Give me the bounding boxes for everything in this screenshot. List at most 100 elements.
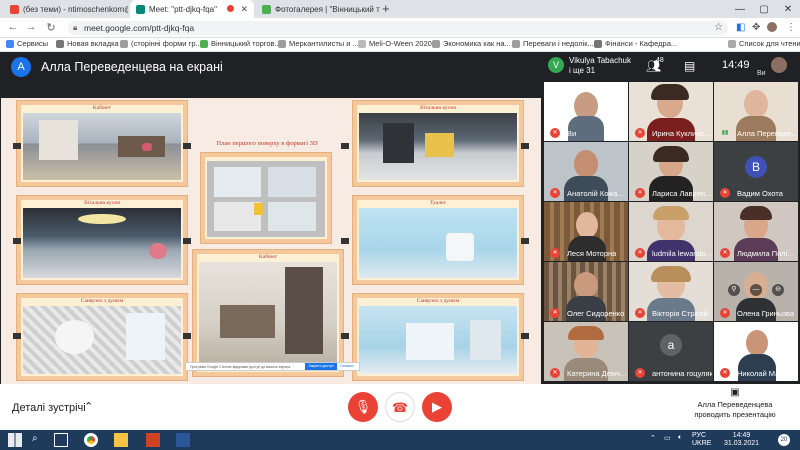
- word-icon[interactable]: [176, 433, 190, 447]
- maximize-button[interactable]: ▢: [752, 0, 776, 18]
- meeting-clock: 14:49: [722, 59, 750, 71]
- room-photo: Кабінет: [193, 250, 343, 376]
- bookmark-item[interactable]: (сторінні форми гр...: [120, 39, 202, 48]
- pin-icon[interactable]: ⚲: [728, 284, 740, 296]
- room-photo: Вітальня кухня: [353, 101, 523, 186]
- mute-participant-icon[interactable]: —: [750, 284, 762, 296]
- chevron-up-icon[interactable]: ⌃: [84, 400, 93, 413]
- chat-icon[interactable]: ▤: [684, 59, 695, 73]
- mic-off-icon: ✕: [635, 368, 645, 378]
- volume-icon[interactable]: 🔈︎: [678, 434, 682, 442]
- mic-off-icon: ✕: [720, 368, 730, 378]
- remove-participant-icon[interactable]: ⊖: [772, 284, 784, 296]
- hide-notice-link[interactable]: Сховати: [340, 363, 353, 370]
- star-icon[interactable]: ☆: [714, 22, 723, 33]
- reading-list[interactable]: Список для чтения: [728, 39, 800, 48]
- participant-avatar: a: [660, 334, 682, 356]
- page-icon: [358, 39, 366, 48]
- window-close-button[interactable]: ✕: [776, 0, 800, 18]
- search-icon[interactable]: ⌕: [32, 433, 46, 447]
- powerpoint-icon[interactable]: [146, 433, 160, 447]
- participant-name: Катерина Демч...: [567, 369, 627, 378]
- bookmark-item[interactable]: Фінанси - Кафедра...: [594, 39, 677, 48]
- taskbar-clock[interactable]: 14:49 31.03.2021: [724, 432, 759, 448]
- file-explorer-icon[interactable]: [114, 433, 128, 447]
- speaker-avatar: V: [548, 57, 564, 73]
- url-text: meet.google.com/ptt-djkq-fqa: [84, 23, 195, 33]
- mic-off-icon: ✕: [635, 248, 645, 258]
- mic-off-icon: ✕: [635, 128, 645, 138]
- globe-icon: [56, 39, 64, 48]
- presenter-status[interactable]: ▣ Алла Переведенцева проводить презентац…: [680, 388, 790, 420]
- bookmark-item[interactable]: Переваги і недолік...: [512, 39, 594, 48]
- participant-tile[interactable]: ✕ Лариса Лаврен...: [629, 142, 713, 201]
- bookmark-item[interactable]: Экономика как на...: [432, 39, 511, 48]
- extension-icon[interactable]: ◧: [736, 22, 745, 33]
- profile-icon[interactable]: [767, 22, 777, 32]
- browser-tab-strip: (без теми) - ntimoschenkom@g ✕ Meet: "pt…: [0, 0, 800, 18]
- participant-tile[interactable]: ✕ Катерина Демч...: [544, 322, 628, 381]
- presenter-name: Алла Переведенцева: [697, 400, 773, 409]
- participant-tile[interactable]: ✕ Олег Сидоренко: [544, 262, 628, 321]
- participant-tile[interactable]: В ✕ Вадим Охота: [714, 142, 798, 201]
- bookmark-item[interactable]: Meli-O-Ween 2020: [358, 39, 432, 48]
- apps-icon: [6, 39, 14, 48]
- new-tab-button[interactable]: +: [382, 1, 390, 16]
- network-icon[interactable]: ▭: [664, 434, 671, 442]
- bookmark-apps[interactable]: Сервисы: [6, 39, 48, 48]
- tab-meet[interactable]: Meet: "ptt-djkq-fqa" ✕: [130, 0, 254, 18]
- participant-tile[interactable]: ▮▮ Алла Переведе...: [714, 82, 798, 141]
- camera-toggle-button[interactable]: ▶︎: [422, 392, 452, 422]
- others-count: і ще 31: [569, 66, 596, 75]
- bookmark-item[interactable]: Меркантилисты и ...: [278, 39, 359, 48]
- mic-off-icon: ✕: [550, 308, 560, 318]
- tab-photogallery[interactable]: Фотогалерея | "Вінницький торг ✕: [256, 0, 380, 18]
- forward-button[interactable]: →: [24, 21, 38, 33]
- microphone-toggle-button[interactable]: 🎙︎: [348, 392, 378, 422]
- participant-tile[interactable]: ✕ ludmila lewando...: [629, 202, 713, 261]
- windows-start-icon[interactable]: [8, 433, 22, 447]
- tray-up-arrow-icon[interactable]: ⌃: [650, 434, 656, 442]
- participant-tile[interactable]: ✕ Вікторія Стратій: [629, 262, 713, 321]
- participant-tile[interactable]: ✕ Ви: [544, 82, 628, 141]
- meeting-details-button[interactable]: Деталі зустрічі: [12, 402, 86, 414]
- self-avatar[interactable]: [771, 57, 787, 73]
- chrome-icon[interactable]: [84, 433, 98, 447]
- participant-video: [574, 150, 598, 178]
- bookmark-item[interactable]: Новая вкладка: [56, 39, 119, 48]
- participant-video: [576, 212, 598, 238]
- tab-gmail[interactable]: (без теми) - ntimoschenkom@g ✕: [4, 0, 128, 18]
- menu-icon[interactable]: ⋮: [786, 22, 796, 33]
- participant-tile[interactable]: ✕ Ирина Куклинс...: [629, 82, 713, 141]
- puzzle-icon[interactable]: ✥: [752, 22, 760, 33]
- url-input[interactable]: 🔒︎ meet.google.com/ptt-djkq-fqa: [68, 21, 728, 35]
- back-button[interactable]: ←: [6, 21, 20, 33]
- participant-tile[interactable]: ✕ Николай Машт...: [714, 322, 798, 381]
- language-indicator[interactable]: РУС UKRE: [692, 432, 711, 448]
- participant-tile[interactable]: ✕ Людмила Полі...: [714, 202, 798, 261]
- presentation-title: Алла Переведенцева на екрані: [41, 60, 223, 74]
- participant-video: [574, 272, 598, 298]
- binder-hinge: [521, 143, 529, 149]
- participant-name: ludmila lewando...: [652, 249, 712, 258]
- mic-off-icon: ✕: [720, 188, 730, 198]
- task-view-icon[interactable]: [54, 433, 68, 447]
- close-icon[interactable]: ✕: [240, 4, 248, 15]
- minimize-button[interactable]: —: [728, 0, 752, 18]
- binder-hinge: [13, 238, 21, 244]
- participant-video: [746, 330, 768, 356]
- participant-name: Леся Моторна: [567, 249, 617, 258]
- participant-tile[interactable]: ⚲ — ⊖ ✕ Олена Гриньова: [714, 262, 798, 321]
- stop-sharing-button[interactable]: Закрити доступ: [305, 363, 337, 370]
- reload-button[interactable]: ↻: [44, 21, 58, 34]
- participant-tile[interactable]: ✕ Анатолій Кожа...: [544, 142, 628, 201]
- mic-off-icon: ✕: [550, 368, 560, 378]
- address-bar: ← → ↻ 🔒︎ meet.google.com/ptt-djkq-fqa ☆ …: [0, 18, 800, 38]
- bookmark-item[interactable]: Вінницький торгов...: [200, 39, 281, 48]
- mic-off-icon: ✕: [720, 308, 730, 318]
- participant-name: Вадим Охота: [737, 189, 783, 198]
- notification-badge[interactable]: 20: [778, 434, 790, 446]
- participant-tile[interactable]: ✕ Леся Моторна: [544, 202, 628, 261]
- leave-call-button[interactable]: ☎︎: [385, 392, 415, 422]
- participant-tile[interactable]: a ✕ антонина гоцуляк: [629, 322, 713, 381]
